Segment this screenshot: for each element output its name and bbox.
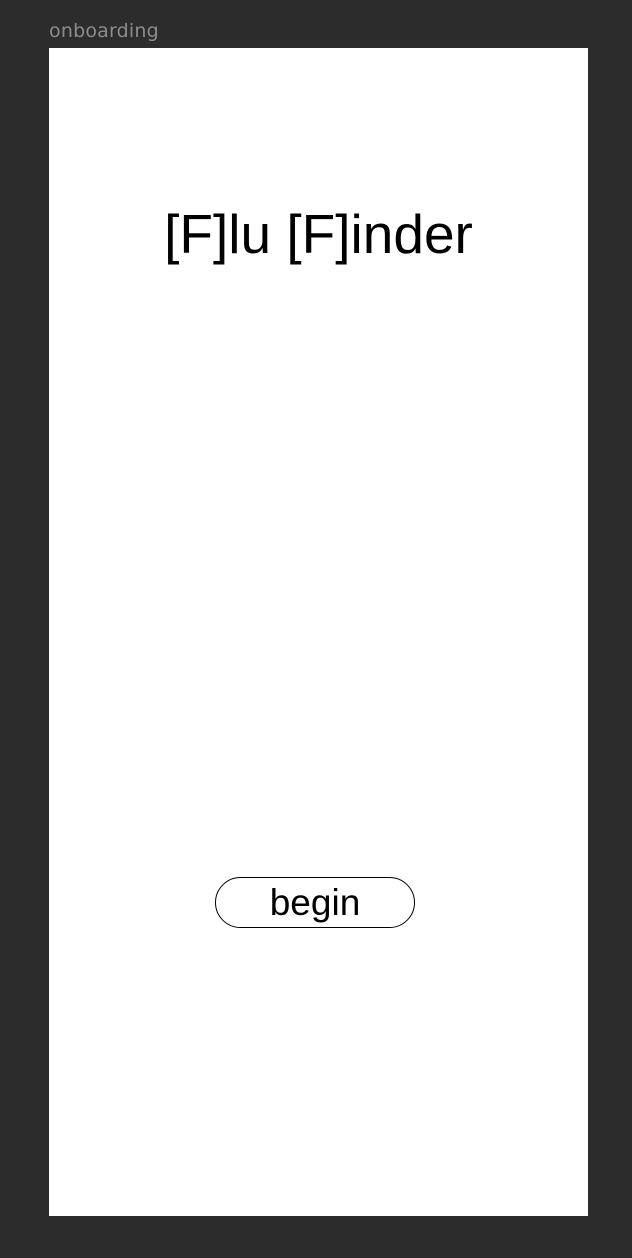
onboarding-frame: [F]lu [F]inder begin [49,48,588,1216]
app-title: [F]lu [F]inder [164,203,473,265]
begin-button[interactable]: begin [215,877,415,928]
frame-label: onboarding [49,20,159,42]
